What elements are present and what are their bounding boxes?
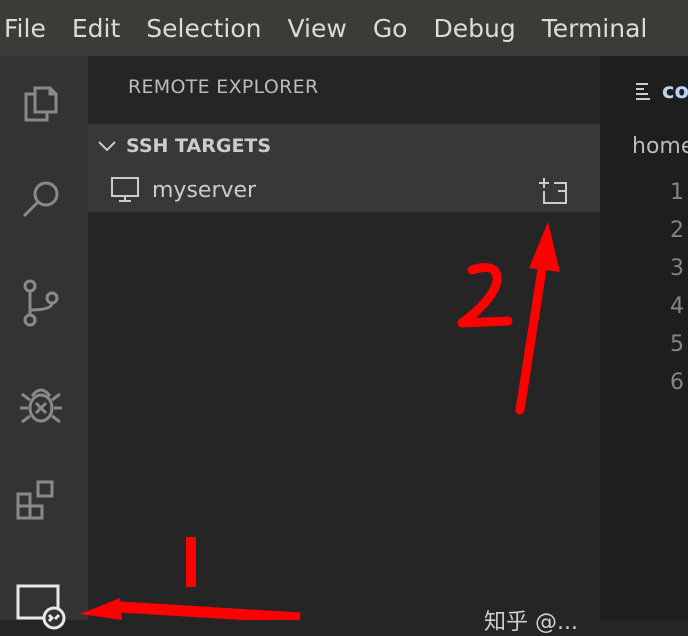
sidebar-title: REMOTE EXPLORER bbox=[128, 76, 319, 98]
extensions-icon bbox=[16, 480, 54, 520]
menu-terminal[interactable]: Terminal bbox=[542, 14, 648, 43]
line-number: 2 bbox=[670, 218, 684, 243]
menu-bar: File Edit Selection View Go Debug Termin… bbox=[0, 0, 688, 56]
line-number: 6 bbox=[670, 370, 684, 395]
ssh-target-item[interactable]: myserver bbox=[88, 168, 600, 212]
activity-bar bbox=[0, 56, 88, 630]
menu-file[interactable]: File bbox=[4, 14, 46, 43]
search-icon bbox=[22, 181, 59, 218]
line-numbers: 1 2 3 4 5 6 bbox=[670, 174, 684, 402]
editor-area: co home 1 2 3 4 5 6 bbox=[600, 56, 688, 620]
activity-source-control[interactable] bbox=[14, 276, 68, 330]
breadcrumb[interactable]: home bbox=[632, 134, 688, 159]
line-number: 5 bbox=[670, 332, 684, 357]
activity-extensions[interactable] bbox=[14, 478, 68, 532]
remote-explorer-icon bbox=[16, 584, 66, 630]
activity-debug[interactable] bbox=[14, 378, 68, 432]
ssh-targets-section: SSH TARGETS myserver bbox=[88, 124, 600, 212]
menu-view[interactable]: View bbox=[287, 14, 346, 43]
connect-new-window-icon[interactable] bbox=[536, 175, 570, 207]
monitor-icon bbox=[111, 177, 139, 202]
activity-remote-explorer[interactable] bbox=[14, 578, 68, 632]
line-number: 3 bbox=[670, 256, 684, 281]
line-number: 1 bbox=[670, 180, 684, 205]
menu-edit[interactable]: Edit bbox=[72, 14, 120, 43]
menu-debug[interactable]: Debug bbox=[433, 14, 515, 43]
source-control-icon bbox=[23, 279, 59, 327]
files-icon bbox=[24, 86, 58, 122]
line-number: 4 bbox=[670, 294, 684, 319]
watermark: 知乎 @... bbox=[484, 610, 578, 635]
menu-go[interactable]: Go bbox=[373, 14, 408, 43]
section-label: SSH TARGETS bbox=[126, 135, 272, 157]
activity-search[interactable] bbox=[14, 174, 68, 228]
remote-explorer-panel: REMOTE EXPLORER SSH TARGETS myserver bbox=[88, 56, 600, 620]
lines-icon bbox=[636, 83, 650, 100]
activity-explorer[interactable] bbox=[14, 76, 68, 130]
debug-icon bbox=[20, 388, 62, 424]
editor-tab[interactable]: co bbox=[600, 76, 688, 106]
ssh-targets-header[interactable]: SSH TARGETS bbox=[88, 124, 600, 168]
menu-selection[interactable]: Selection bbox=[146, 14, 261, 43]
chevron-down-icon bbox=[98, 141, 116, 152]
tab-label: co bbox=[662, 79, 688, 103]
ssh-target-label: myserver bbox=[152, 177, 257, 203]
